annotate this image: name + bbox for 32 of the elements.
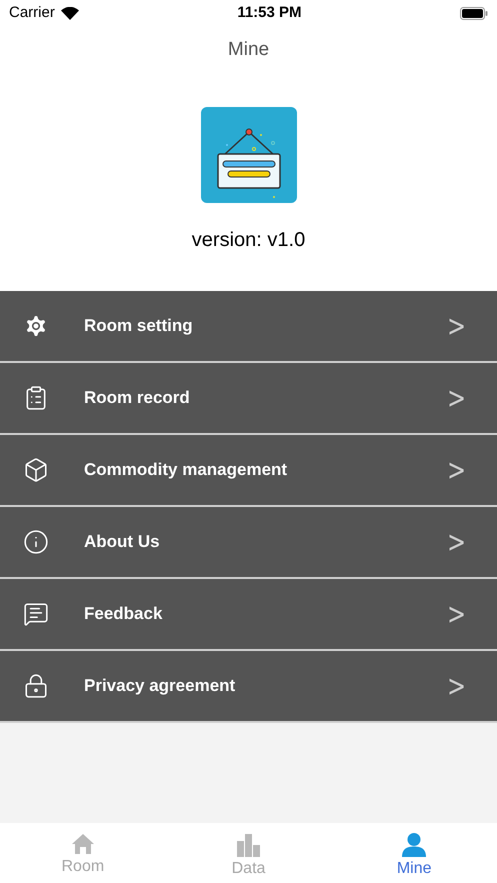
- home-icon: [70, 833, 95, 855]
- version-label: version: v1.0: [192, 228, 306, 253]
- battery-icon: [460, 6, 488, 20]
- menu-label: Commodity management: [84, 459, 288, 482]
- menu-label: Room record: [84, 387, 191, 410]
- page-title: Mine: [228, 38, 270, 62]
- info-icon: [23, 529, 49, 555]
- chevron: >: [447, 524, 466, 562]
- chevron: >: [447, 452, 466, 490]
- chevron: >: [447, 308, 466, 346]
- menu-row[interactable]: Privacy agreement >: [0, 651, 497, 723]
- menu-row[interactable]: Feedback >: [0, 579, 497, 651]
- tab-item[interactable]: Mine: [331, 823, 497, 883]
- menu-row[interactable]: Commodity management >: [0, 435, 497, 507]
- menu-label: Feedback: [84, 603, 164, 626]
- carrier-label: Carrier: [9, 2, 55, 23]
- menu-row[interactable]: Room record >: [0, 363, 497, 435]
- message-icon: [23, 601, 49, 627]
- person-icon: [401, 833, 428, 857]
- menu-row[interactable]: About Us >: [0, 507, 497, 579]
- chevron: >: [447, 380, 466, 418]
- menu-label: About Us: [84, 531, 161, 554]
- cube-icon: [23, 457, 49, 483]
- clock: 11:53 PM: [237, 2, 302, 23]
- menu-label: Room setting: [84, 315, 194, 338]
- lock-icon: [23, 673, 49, 699]
- bar-chart-icon: [236, 833, 262, 857]
- wifi-icon: [60, 6, 79, 20]
- chevron: >: [447, 596, 466, 634]
- menu-label: Privacy agreement: [84, 675, 236, 698]
- menu-row[interactable]: Room setting >: [0, 291, 497, 363]
- chevron: >: [447, 668, 466, 706]
